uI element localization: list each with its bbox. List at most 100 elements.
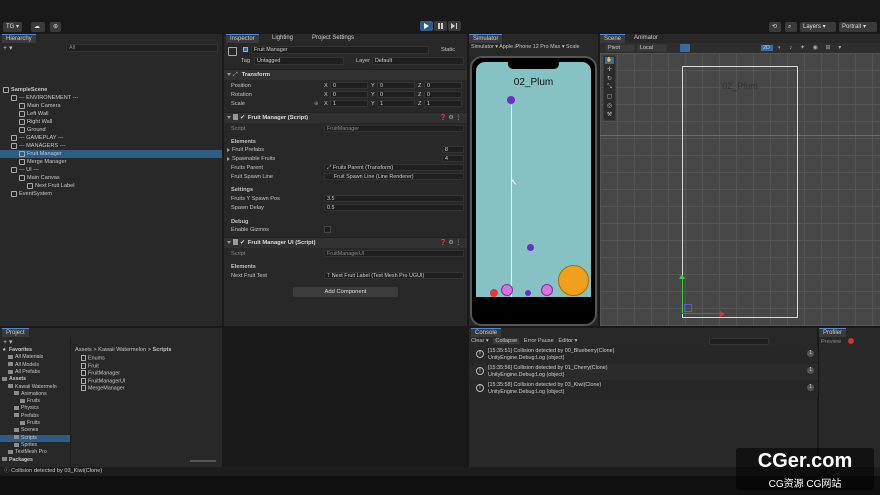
spawnable-count[interactable]: 4: [442, 155, 464, 162]
grid-snap-icon[interactable]: [680, 44, 690, 52]
rect-tool-icon[interactable]: ▢: [605, 93, 614, 100]
project-tree-item[interactable]: Packages: [0, 457, 70, 464]
hierarchy-item[interactable]: Main Canvas: [0, 174, 222, 182]
console-search-input[interactable]: [709, 338, 769, 345]
project-tree-item[interactable]: Physics: [0, 405, 70, 412]
tab-project[interactable]: Project: [2, 328, 29, 337]
crumb-scripts[interactable]: Scripts: [153, 347, 172, 353]
tab-project-settings[interactable]: Project Settings: [308, 34, 358, 43]
scale-y-field[interactable]: 1: [377, 100, 415, 107]
fruits-parent-field[interactable]: ⤢ Fruits Parent (Transform): [324, 164, 464, 171]
hierarchy-item[interactable]: Ground: [0, 126, 222, 134]
game-screen[interactable]: 02_Plum ↖: [476, 62, 591, 297]
position-z-field[interactable]: 0: [424, 82, 462, 89]
hierarchy-item[interactable]: Main Camera: [0, 102, 222, 110]
spawn-delay-field[interactable]: 0.5: [324, 204, 464, 211]
tab-profiler[interactable]: Profiler: [819, 328, 847, 337]
fruit-prefabs-foldout[interactable]: Fruit Prefabs: [227, 147, 264, 153]
console-log-entry[interactable]: ! [15:35:56] Collision detected by 01_Che…: [470, 364, 818, 380]
transform-tool-icon[interactable]: ◎: [605, 102, 614, 109]
history-icon[interactable]: ⟲: [769, 22, 781, 32]
position-x-field[interactable]: 0: [330, 82, 368, 89]
tab-hierarchy[interactable]: Hierarchy: [2, 34, 36, 43]
project-tree-item[interactable]: Scenes: [0, 427, 70, 434]
rotate-tool-icon[interactable]: ↻: [605, 75, 614, 82]
editor-dropdown[interactable]: Editor: [558, 338, 573, 344]
hierarchy-item[interactable]: --- GAMEPLAY ---: [0, 134, 222, 142]
tab-console[interactable]: Console: [471, 328, 502, 337]
rotation-z-field[interactable]: 0: [424, 91, 462, 98]
project-tree-item[interactable]: Animations: [0, 391, 70, 398]
component-checkbox[interactable]: ✔: [240, 115, 245, 121]
position-y-field[interactable]: 0: [377, 82, 415, 89]
project-file-item[interactable]: Fruit: [81, 362, 99, 370]
play-button[interactable]: [420, 21, 433, 31]
add-component-button[interactable]: Add Component: [293, 287, 398, 297]
hierarchy-item[interactable]: SampleScene: [0, 86, 222, 94]
crumb-kawaii[interactable]: Kawaii Watermelon: [98, 347, 146, 353]
project-add-icon[interactable]: + ▾: [3, 338, 13, 346]
tab-animator[interactable]: Animator: [630, 34, 662, 43]
project-file-item[interactable]: MergeManager: [81, 385, 125, 392]
local-dropdown[interactable]: Local: [637, 44, 667, 52]
pivot-dropdown[interactable]: Pivot: [605, 44, 635, 52]
spawn-pos-field[interactable]: 3.5: [324, 195, 464, 202]
pause-button[interactable]: [434, 21, 447, 31]
cloud-icon[interactable]: ☁: [31, 22, 45, 32]
tab-inspector[interactable]: Inspector: [226, 34, 259, 43]
layers-dropdown[interactable]: Layers ▾: [800, 22, 836, 32]
hierarchy-item[interactable]: Fruit Manager: [0, 150, 222, 158]
project-tree-item[interactable]: All Materials: [0, 354, 70, 361]
hierarchy-item[interactable]: Next Fruit Label: [0, 182, 222, 190]
fruit-manager-header[interactable]: ✔ Fruit Manager (Script) ❓ ⚙ ⋮: [224, 112, 467, 123]
scale-z-field[interactable]: 1: [424, 100, 462, 107]
account-button[interactable]: TG ▾: [3, 22, 23, 32]
project-tree-item[interactable]: ★ Favorites: [0, 347, 70, 354]
scene-view-options[interactable]: ◐ ♪ ✦ ◉ ⊞ ▾: [778, 44, 874, 52]
spawnable-foldout[interactable]: Spawnable Fruits: [227, 156, 275, 162]
simulator-mode-dropdown[interactable]: Simulator ▾ Apple iPhone 12 Pro Max ▾ Sc…: [471, 44, 580, 50]
hierarchy-item[interactable]: Left Wall: [0, 110, 222, 118]
project-tree-item[interactable]: Fruits: [0, 398, 70, 405]
tab-scene[interactable]: Scene: [600, 34, 626, 43]
gizmo-rect-handle[interactable]: [684, 304, 692, 312]
hierarchy-search-input[interactable]: All: [66, 44, 218, 52]
rotation-y-field[interactable]: 0: [377, 91, 415, 98]
clear-button[interactable]: Clear: [471, 338, 484, 344]
hierarchy-item[interactable]: Merge Manager: [0, 158, 222, 166]
hierarchy-item[interactable]: Right Wall: [0, 118, 222, 126]
tab-lighting[interactable]: Lighting: [268, 34, 297, 43]
project-tree-item[interactable]: All Prefabs: [0, 369, 70, 376]
icon-size-slider[interactable]: [190, 460, 216, 462]
component-menu-icon[interactable]: ❓ ⚙ ⋮: [440, 113, 461, 123]
fruit-manager-ui-header[interactable]: ✔ Fruit Manager UI (Script) ❓ ⚙ ⋮: [224, 237, 467, 248]
console-log-entry[interactable]: ! [15:35:51] Collision detected by 00_Blu…: [470, 347, 818, 363]
project-tree-item[interactable]: Kawaii Watermeln: [0, 384, 70, 391]
layout-dropdown[interactable]: Portrait ▾: [839, 22, 877, 32]
fruit-prefabs-count[interactable]: 8: [442, 146, 464, 153]
spawn-line-field[interactable]: ⌒ Fruit Spawn Line (Line Renderer): [324, 173, 464, 180]
project-tree-item[interactable]: TextMesh Pro: [0, 449, 70, 456]
gizmos-checkbox[interactable]: [324, 226, 331, 233]
component-ui-menu-icon[interactable]: ❓ ⚙ ⋮: [440, 238, 461, 248]
project-tree-item[interactable]: Scripts: [0, 434, 70, 442]
project-file-item[interactable]: FruitManagerUI: [81, 377, 125, 385]
search-icon[interactable]: ⌕: [785, 22, 797, 32]
add-icon[interactable]: + ▾: [3, 44, 13, 52]
next-fruit-field[interactable]: T Next Fruit Label (Text Mesh Pro UGUI): [324, 272, 464, 279]
hand-tool-icon[interactable]: ✋: [605, 57, 614, 64]
move-tool-icon[interactable]: ✛: [605, 66, 614, 73]
record-icon[interactable]: [848, 338, 854, 344]
active-checkbox[interactable]: [243, 47, 248, 52]
scale-tool-icon[interactable]: ⤡: [605, 84, 614, 91]
collapse-button[interactable]: Collapse: [493, 338, 520, 344]
scale-x-field[interactable]: 1: [330, 100, 368, 107]
object-name-field[interactable]: Fruit Manager: [251, 46, 429, 54]
step-button[interactable]: [448, 21, 461, 31]
tab-simulator[interactable]: Simulator: [469, 34, 503, 43]
hierarchy-item[interactable]: --- MANAGERS ---: [0, 142, 222, 150]
mode-2d-button[interactable]: 2D: [760, 44, 774, 52]
transform-header[interactable]: ⤢ Transform: [224, 69, 467, 80]
hierarchy-item[interactable]: --- UI ---: [0, 166, 222, 174]
project-file-item[interactable]: FruitManager: [81, 370, 120, 377]
